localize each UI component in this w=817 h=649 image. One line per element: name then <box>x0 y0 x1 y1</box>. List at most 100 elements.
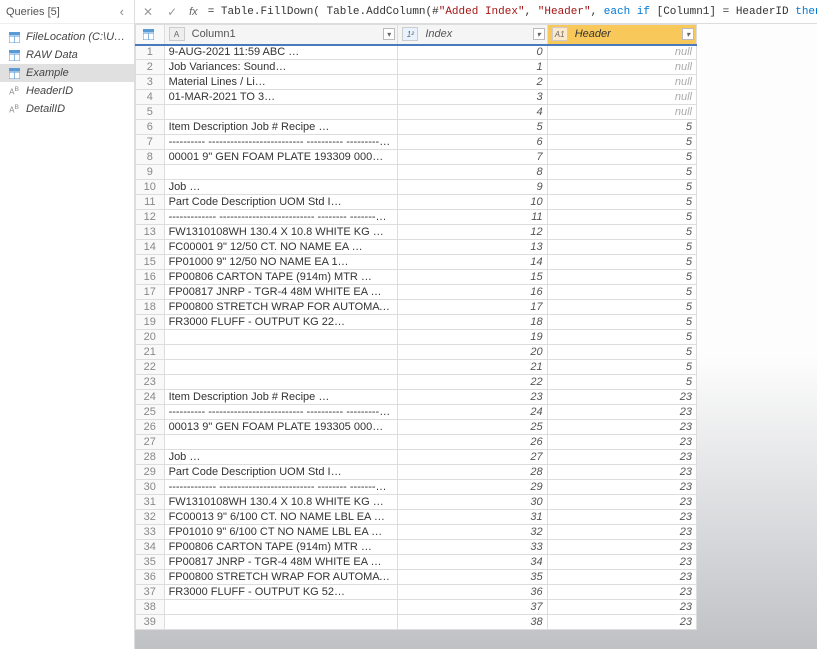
cell-index[interactable]: 5 <box>398 120 547 135</box>
cell-index[interactable]: 15 <box>398 270 547 285</box>
table-row[interactable]: 32 FC00013 9" 6/100 CT. NO NAME LBL EA …… <box>136 510 697 525</box>
cell-index[interactable]: 11 <box>398 210 547 225</box>
cell-index[interactable]: 16 <box>398 285 547 300</box>
row-number[interactable]: 14 <box>136 240 165 255</box>
row-number[interactable]: 18 <box>136 300 165 315</box>
cell-index[interactable]: 3 <box>398 90 547 105</box>
table-row[interactable]: 20195 <box>136 330 697 345</box>
row-number[interactable]: 33 <box>136 525 165 540</box>
row-number[interactable]: 6 <box>136 120 165 135</box>
cell-index[interactable]: 38 <box>398 615 547 630</box>
row-number[interactable]: 4 <box>136 90 165 105</box>
cell-header[interactable]: 23 <box>547 615 696 630</box>
query-item-0[interactable]: FileLocation (C:\Users\lisde… <box>0 28 134 46</box>
cell-column1[interactable]: FC00001 9" 12/50 CT. NO NAME EA … <box>164 240 398 255</box>
row-number[interactable]: 1 <box>136 45 165 60</box>
table-row[interactable]: 19 FR3000 FLUFF - OUTPUT KG 22…185 <box>136 315 697 330</box>
table-row[interactable]: 272623 <box>136 435 697 450</box>
table-row[interactable]: 10 Job …95 <box>136 180 697 195</box>
cell-header[interactable]: 23 <box>547 435 696 450</box>
cancel-formula-icon[interactable]: ✕ <box>141 5 155 19</box>
table-row[interactable]: 23225 <box>136 375 697 390</box>
cell-column1[interactable]: ------------- --------------------------… <box>164 480 398 495</box>
table-row[interactable]: 800001 9" GEN FOAM PLATE 193309 000…75 <box>136 150 697 165</box>
row-number[interactable]: 32 <box>136 510 165 525</box>
cell-index[interactable]: 34 <box>398 555 547 570</box>
table-row[interactable]: 383723 <box>136 600 697 615</box>
cell-header[interactable]: 5 <box>547 135 696 150</box>
table-row[interactable]: 36 FP00800 STRETCH WRAP FOR AUTOMATI …35… <box>136 570 697 585</box>
cell-column1[interactable] <box>164 360 398 375</box>
cell-index[interactable]: 14 <box>398 255 547 270</box>
cell-index[interactable]: 20 <box>398 345 547 360</box>
cell-column1[interactable] <box>164 615 398 630</box>
cell-header[interactable]: 5 <box>547 255 696 270</box>
cell-header[interactable]: 5 <box>547 330 696 345</box>
cell-header[interactable]: 5 <box>547 270 696 285</box>
cell-column1[interactable]: Job Variances: Sound… <box>164 60 398 75</box>
cell-index[interactable]: 35 <box>398 570 547 585</box>
table-row[interactable]: 29 Part Code Description UOM Std I…2823 <box>136 465 697 480</box>
row-number[interactable]: 39 <box>136 615 165 630</box>
cell-column1[interactable]: Job … <box>164 180 398 195</box>
cell-column1[interactable]: FR3000 FLUFF - OUTPUT KG 22… <box>164 315 398 330</box>
table-row[interactable]: 985 <box>136 165 697 180</box>
row-number[interactable]: 24 <box>136 390 165 405</box>
cell-header[interactable]: 5 <box>547 150 696 165</box>
table-row[interactable]: 25---------- -------------------------- … <box>136 405 697 420</box>
cell-header[interactable]: 23 <box>547 420 696 435</box>
row-number[interactable]: 10 <box>136 180 165 195</box>
cell-header[interactable]: 23 <box>547 465 696 480</box>
row-number[interactable]: 17 <box>136 285 165 300</box>
table-row[interactable]: 30 ------------- -----------------------… <box>136 480 697 495</box>
cell-header[interactable]: 5 <box>547 300 696 315</box>
table-row[interactable]: 22215 <box>136 360 697 375</box>
cell-header[interactable]: 23 <box>547 480 696 495</box>
row-number[interactable]: 26 <box>136 420 165 435</box>
cell-index[interactable]: 4 <box>398 105 547 120</box>
cell-column1[interactable]: FP01010 9" 6/100 CT NO NAME LBL EA … <box>164 525 398 540</box>
cell-column1[interactable]: FP00817 JNRP - TGR-4 48M WHITE EA … <box>164 555 398 570</box>
formula-text[interactable]: = Table.FillDown( Table.AddColumn(#"Adde… <box>208 6 817 18</box>
cell-index[interactable]: 2 <box>398 75 547 90</box>
cell-column1[interactable] <box>164 165 398 180</box>
cell-index[interactable]: 32 <box>398 525 547 540</box>
cell-column1[interactable] <box>164 345 398 360</box>
cell-index[interactable]: 17 <box>398 300 547 315</box>
cell-header[interactable]: 23 <box>547 495 696 510</box>
cell-header[interactable]: null <box>547 75 696 90</box>
table-row[interactable]: 11 Part Code Description UOM Std I…105 <box>136 195 697 210</box>
cell-column1[interactable]: FP00817 JNRP - TGR-4 48M WHITE EA … <box>164 285 398 300</box>
table-row[interactable]: 6Item Description Job # Recipe …55 <box>136 120 697 135</box>
cell-header[interactable]: 5 <box>547 120 696 135</box>
row-number[interactable]: 27 <box>136 435 165 450</box>
cell-index[interactable]: 37 <box>398 600 547 615</box>
table-row[interactable]: 28 Job …2723 <box>136 450 697 465</box>
table-row[interactable]: 15 FP01000 9" 12/50 NO NAME EA 1…145 <box>136 255 697 270</box>
cell-header[interactable]: 5 <box>547 210 696 225</box>
cell-header[interactable]: 5 <box>547 165 696 180</box>
cell-column1[interactable]: FP00800 STRETCH WRAP FOR AUTOMATI … <box>164 300 398 315</box>
collapse-sidebar-icon[interactable]: ‹ <box>116 4 128 19</box>
row-number[interactable]: 16 <box>136 270 165 285</box>
cell-column1[interactable]: FP00806 CARTON TAPE (914m) MTR … <box>164 270 398 285</box>
cell-column1[interactable]: Item Description Job # Recipe … <box>164 390 398 405</box>
table-row[interactable]: 13 FW1310108WH 130.4 X 10.8 WHITE KG …12… <box>136 225 697 240</box>
cell-header[interactable]: 23 <box>547 405 696 420</box>
cell-column1[interactable]: 01-MAR-2021 TO 3… <box>164 90 398 105</box>
cell-header[interactable]: 23 <box>547 585 696 600</box>
cell-header[interactable]: null <box>547 105 696 120</box>
cell-column1[interactable]: Job … <box>164 450 398 465</box>
cell-header[interactable]: 5 <box>547 180 696 195</box>
cell-column1[interactable] <box>164 375 398 390</box>
table-row[interactable]: 3 Material Lines / Li…2null <box>136 75 697 90</box>
table-row[interactable]: 17 FP00817 JNRP - TGR-4 48M WHITE EA …16… <box>136 285 697 300</box>
table-row[interactable]: 2600013 9" GEN FOAM PLATE 193305 000…252… <box>136 420 697 435</box>
table-row[interactable]: 37 FR3000 FLUFF - OUTPUT KG 52…3623 <box>136 585 697 600</box>
cell-index[interactable]: 6 <box>398 135 547 150</box>
table-row[interactable]: 12 ------------- -----------------------… <box>136 210 697 225</box>
cell-header[interactable]: 23 <box>547 555 696 570</box>
data-grid[interactable]: A Column1 ▾ 1² Index ▾ A1 Header ▾ <box>135 24 817 649</box>
cell-column1[interactable]: Part Code Description UOM Std I… <box>164 195 398 210</box>
commit-formula-icon[interactable]: ✓ <box>165 5 179 19</box>
